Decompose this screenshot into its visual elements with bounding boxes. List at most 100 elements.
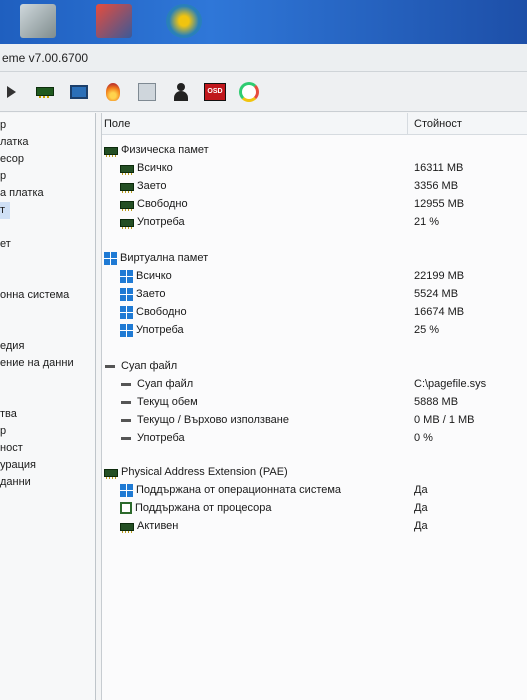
field-value: 12955 MB	[414, 198, 465, 210]
window-title: eme v7.00.6700	[0, 44, 527, 72]
list-item[interactable]: Суап файл C:\pagefile.sys	[102, 375, 527, 393]
field-label: Заето	[137, 180, 167, 192]
list-item[interactable]: Поддържана от процесора Да	[102, 499, 527, 517]
windows-icon	[120, 287, 133, 301]
section-title: Physical Address Extension (PAE)	[121, 466, 288, 478]
desktop-shortcut-icon[interactable]	[20, 4, 56, 38]
section-title: Виртуална памет	[120, 252, 209, 264]
tree-item[interactable]	[0, 372, 95, 389]
list-item[interactable]: Употреба 0 %	[102, 429, 527, 447]
osd-icon[interactable]: OSD	[204, 81, 226, 103]
tree-item[interactable]: есор	[0, 151, 95, 168]
field-label: Всичко	[136, 270, 172, 282]
monitor-icon[interactable]	[68, 81, 90, 103]
field-value: 16311 MB	[414, 162, 464, 174]
memory-icon	[104, 146, 118, 157]
tree-item[interactable]: данни	[0, 474, 95, 491]
field-value: 5888 MB	[414, 396, 459, 408]
tree-item[interactable]	[0, 321, 95, 338]
tree-item[interactable]: ност	[0, 440, 95, 457]
tree-item[interactable]: онна система	[0, 287, 95, 304]
field-label: Употреба	[137, 432, 185, 444]
section-title: Суап файл	[121, 360, 178, 372]
field-value: 0 MB / 1 MB	[414, 414, 475, 426]
memory-icon	[120, 182, 134, 193]
swap-file-icon	[121, 400, 131, 404]
tree-item[interactable]: р	[0, 117, 95, 134]
tree-item[interactable]	[0, 219, 95, 236]
tree-item[interactable]	[0, 389, 95, 406]
section-header: Physical Address Extension (PAE)	[102, 463, 527, 481]
field-value: C:\pagefile.sys	[414, 378, 487, 390]
list-item[interactable]: Активен Да	[102, 517, 527, 535]
list-item[interactable]: Свободно 12955 MB	[102, 195, 527, 213]
section-header: Физическа памет	[102, 141, 527, 159]
tree-item[interactable]	[0, 253, 95, 270]
tree-item-selected[interactable]: т	[0, 202, 10, 219]
flame-icon[interactable]	[102, 81, 124, 103]
field-label: Свободно	[136, 306, 187, 318]
field-value: 3356 MB	[414, 180, 459, 192]
list-item[interactable]: Заето 5524 MB	[102, 285, 527, 303]
desktop-shortcut-icon[interactable]	[166, 4, 202, 38]
field-label: Заето	[136, 288, 166, 300]
field-label: Всичко	[137, 162, 173, 174]
memory-icon	[104, 468, 118, 479]
list-item[interactable]: Употреба 25 %	[102, 321, 527, 339]
swap-file-icon	[121, 418, 131, 422]
swap-file-icon	[121, 382, 131, 386]
tree-item[interactable]: едия	[0, 338, 95, 355]
field-value: 25 %	[414, 324, 440, 336]
windows-icon	[104, 251, 117, 265]
list-item[interactable]: Всичко 22199 MB	[102, 267, 527, 285]
section-header: Суап файл	[102, 357, 527, 375]
swap-file-icon	[105, 364, 115, 368]
memory-icon	[120, 164, 134, 175]
tree-item[interactable]: ет	[0, 236, 95, 253]
tree-item[interactable]: урация	[0, 457, 95, 474]
list-item[interactable]: Поддържана от операционната система Да	[102, 481, 527, 499]
tree-item[interactable]: р	[0, 423, 95, 440]
tree-item[interactable]	[0, 304, 95, 321]
list-item[interactable]: Употреба 21 %	[102, 213, 527, 231]
forward-arrow-icon[interactable]	[0, 81, 22, 103]
tree-item[interactable]: ение на данни	[0, 355, 95, 372]
section-header: Виртуална памет	[102, 249, 527, 267]
details-pane: Поле Стойност Физическа памет Всичко 163…	[101, 113, 527, 700]
gauge-icon[interactable]	[238, 81, 260, 103]
field-value: 22199 MB	[414, 270, 465, 282]
tree-item[interactable]: латка	[0, 134, 95, 151]
windows-icon	[120, 269, 133, 283]
list-item[interactable]: Заето 3356 MB	[102, 177, 527, 195]
tools-icon[interactable]	[136, 81, 158, 103]
desktop-shortcut-icon[interactable]	[96, 4, 132, 38]
windows-icon	[120, 323, 133, 337]
column-header-field[interactable]: Поле	[102, 113, 408, 134]
field-label: Поддържана от процесора	[135, 502, 272, 514]
field-label: Текущ обем	[137, 396, 198, 408]
field-value: Да	[414, 484, 428, 496]
memory-icon	[120, 218, 134, 229]
user-icon[interactable]	[170, 81, 192, 103]
tree-item[interactable]: а платка	[0, 185, 95, 202]
field-label: Активен	[137, 520, 179, 532]
field-label: Употреба	[136, 324, 184, 336]
list-item[interactable]: Текущ обем 5888 MB	[102, 393, 527, 411]
column-header: Поле Стойност	[102, 113, 527, 135]
column-header-value[interactable]: Стойност	[408, 118, 462, 130]
field-value: 5524 MB	[414, 288, 459, 300]
list-item[interactable]: Текущо / Върхово използване 0 MB / 1 MB	[102, 411, 527, 429]
field-label: Поддържана от операционната система	[136, 484, 342, 496]
field-value: Да	[414, 502, 428, 514]
tree-item[interactable]: тва	[0, 406, 95, 423]
memory-icon	[120, 522, 134, 533]
toolbar: OSD	[0, 72, 527, 112]
list-item[interactable]: Свободно 16674 MB	[102, 303, 527, 321]
tree-item[interactable]	[0, 270, 95, 287]
field-value: Да	[414, 520, 428, 532]
memory-icon[interactable]	[34, 81, 56, 103]
windows-icon	[120, 305, 133, 319]
list-item[interactable]: Всичко 16311 MB	[102, 159, 527, 177]
field-label: Суап файл	[137, 378, 194, 390]
tree-item[interactable]: р	[0, 168, 95, 185]
